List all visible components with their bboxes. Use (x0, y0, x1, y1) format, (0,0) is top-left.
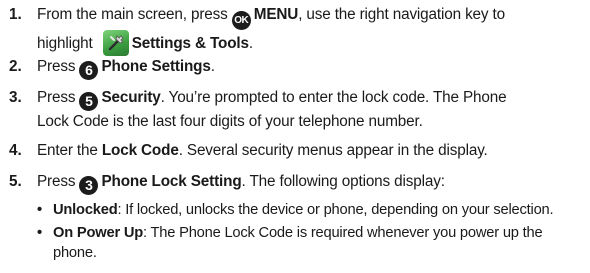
settings-tools-label: Settings & Tools (131, 35, 249, 52)
option-text: phone. (53, 245, 97, 261)
step-text: Press (37, 173, 80, 190)
lock-code-label: Lock Code (101, 142, 179, 159)
step-2: 2. Press 6 Phone Settings. (9, 56, 584, 80)
step-text: . Several security menus appear in the d… (178, 142, 488, 159)
security-label: Security (101, 89, 161, 106)
step-number: 3. (9, 89, 22, 106)
step-5: 5. Press 3 Phone Lock Setting. The follow… (9, 171, 584, 195)
step-1: 1. From the main screen, press OK MENU, u… (9, 4, 584, 56)
number-6-key-icon: 6 (79, 61, 99, 80)
ok-key-icon: OK (231, 11, 251, 30)
option-title: On Power Up (53, 225, 144, 241)
step-text: Press (37, 58, 80, 75)
settings-tools-icon (102, 30, 129, 56)
step-text: , use the right navigation key to (298, 6, 505, 23)
step-number: 5. (9, 173, 22, 190)
step-text: highlight (37, 35, 97, 52)
step-text: From the main screen, press (37, 6, 232, 23)
step-text: Press (37, 89, 80, 106)
step-text: . (248, 35, 253, 52)
step-text: Enter the (37, 142, 102, 159)
step-text: . You’re prompted to enter the lock code… (160, 89, 507, 106)
option-unlocked: • Unlocked: If locked, unlocks the devic… (37, 200, 582, 220)
option-title: Unlocked (53, 202, 118, 218)
step-text: . (210, 58, 215, 75)
number-3-key-icon: 3 (79, 176, 99, 195)
option-text: : The Phone Lock Code is required whenev… (143, 225, 543, 241)
option-text: : If locked, unlocks the device or phone… (117, 202, 554, 218)
step-number: 4. (9, 142, 22, 159)
number-5-key-icon: 5 (79, 92, 99, 111)
step-4: 4. Enter the Lock Code. Several security… (9, 140, 584, 161)
bullet-marker: • (37, 225, 42, 241)
step-text: Lock Code is the last four digits of you… (37, 113, 423, 130)
phone-settings-label: Phone Settings (101, 58, 211, 75)
step-number: 2. (9, 58, 22, 75)
step-3: 3. Press 5 Security. You’re prompted to e… (9, 87, 584, 132)
menu-label: MENU (253, 6, 299, 23)
step-text: . The following options display: (241, 173, 445, 190)
bullet-marker: • (37, 202, 42, 218)
option-on-power-up: • On Power Up: The Phone Lock Code is re… (37, 223, 582, 263)
step-number: 1. (9, 6, 22, 23)
phone-lock-setting-label: Phone Lock Setting (101, 173, 242, 190)
